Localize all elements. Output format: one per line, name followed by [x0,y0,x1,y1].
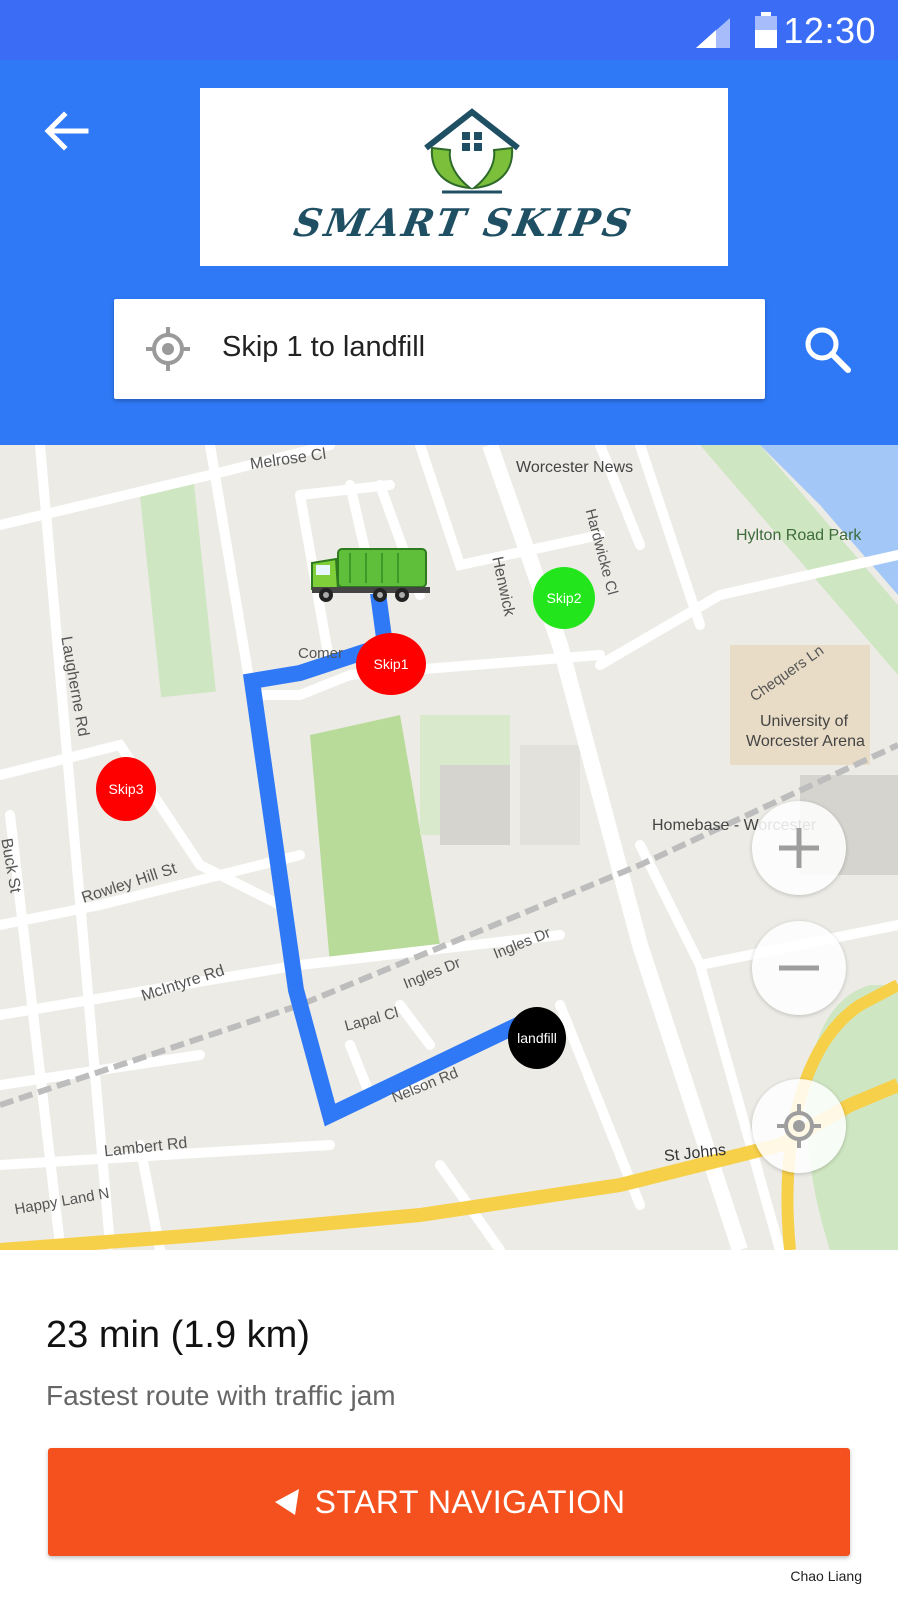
battery-icon [755,12,777,48]
poi-label: Worcester Arena [746,733,865,750]
search-icon[interactable] [800,322,854,376]
zoom-out-icon [779,965,819,971]
skip1-marker[interactable]: Skip1 [356,633,426,695]
search-field[interactable]: Skip 1 to landfill [114,299,765,399]
status-bar: 12:30 [0,0,898,60]
skip2-marker[interactable]: Skip2 [533,567,595,629]
zoom-in-button[interactable] [752,801,846,895]
garbage-truck-icon [311,548,430,602]
house-hands-logo-icon [424,108,520,194]
skip3-marker[interactable]: Skip3 [96,757,156,821]
route-description: Fastest route with traffic jam [46,1380,396,1411]
landfill-marker[interactable]: landfill [508,1007,566,1069]
author-credit: Chao Liang [790,1568,862,1584]
app-logo: SMART SKIPS [200,88,728,266]
logo-text: SMART SKIPS [290,200,638,245]
signal-icon [696,18,730,48]
navigation-arrow-icon [274,1489,299,1515]
arrow-back-icon[interactable] [40,105,92,157]
park-label: Hylton Road Park [736,527,862,544]
map-view[interactable]: Melrose Cl Worcester News Hylton Road Pa… [0,445,898,1250]
zoom-out-button[interactable] [752,921,846,1015]
clock: 12:30 [783,10,876,51]
street-label: Comer [298,645,344,662]
route-sheet: 23 min (1.9 km) Fastest route with traff… [0,1250,898,1600]
my-location-icon [777,1104,821,1148]
poi-label: University of [760,713,849,730]
my-location-button[interactable] [752,1079,846,1173]
route-eta: 23 min (1.9 km) [46,1314,310,1356]
zoom-in-icon [779,828,819,868]
start-navigation-button[interactable]: START NAVIGATION [48,1448,850,1556]
start-navigation-label: START NAVIGATION [314,1483,626,1520]
poi-label: Worcester News [516,459,634,476]
search-query[interactable]: Skip 1 to landfill [222,331,425,364]
location-target-icon [146,327,190,371]
app-bar: SMART SKIPS Skip 1 to landfill [0,60,898,445]
